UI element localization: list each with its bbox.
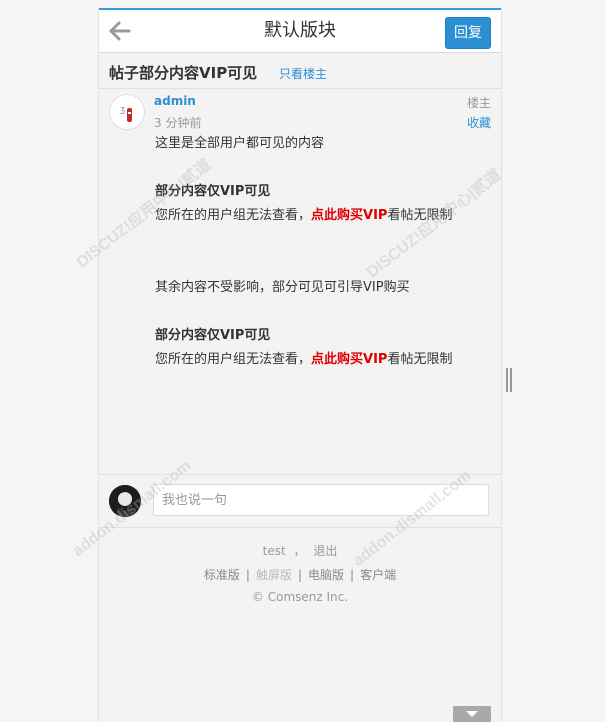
svg-text:ʒ: ʒ: [120, 105, 125, 115]
footer-user: test ， 退出: [99, 542, 501, 559]
copyright: © Comsenz Inc.: [251, 590, 349, 604]
vip-notice-prefix: 您所在的用户组无法查看，: [155, 208, 312, 223]
page-title: 默认版块: [264, 20, 336, 41]
author-avatar[interactable]: ʒ: [109, 94, 145, 130]
reply-button[interactable]: 回复: [445, 17, 491, 49]
footer-separator: |: [245, 568, 250, 582]
footer-link-client[interactable]: 客户端: [360, 568, 396, 582]
favorite-link[interactable]: 收藏: [467, 114, 491, 131]
vip-notice-prefix: 您所在的用户组无法查看，: [155, 352, 312, 367]
vip-notice: 您所在的用户组无法查看，点此购买VIP看帖无限制: [155, 204, 491, 228]
buy-vip-link[interactable]: 点此购买VIP: [311, 208, 387, 223]
drag-handle-icon[interactable]: [506, 368, 512, 392]
footer-links: 标准版 | 触屏版 | 电脑版 | 客户端: [99, 566, 501, 583]
user-avatar[interactable]: [109, 485, 141, 517]
logout-link[interactable]: 退出: [313, 544, 337, 558]
footer-link-standard[interactable]: 标准版: [204, 568, 240, 582]
header-bar: 默认版块 回复: [99, 10, 501, 53]
post-content: 这里是全部用户都可见的内容 部分内容仅VIP可见 您所在的用户组无法查看，点此购…: [155, 132, 491, 372]
thread-title: 帖子部分内容VIP可见: [109, 64, 258, 82]
vip-notice-suffix: 看帖无限制: [387, 352, 453, 367]
vip-heading: 部分内容仅VIP可见: [155, 328, 271, 343]
back-arrow-icon[interactable]: [107, 18, 133, 44]
scroll-down-icon[interactable]: [453, 706, 491, 722]
footer-separator: ，: [293, 544, 306, 558]
footer-separator: |: [297, 568, 303, 582]
mobile-page: 默认版块 回复 帖子部分内容VIP可见 只看楼主 ʒ admin 3 分钟前 楼…: [98, 8, 502, 722]
floor-label: 楼主: [466, 96, 491, 110]
rest-content: 其余内容不受影响，部分可见可引导VIP购买: [155, 280, 410, 295]
author-name[interactable]: admin: [154, 94, 196, 108]
buy-vip-link[interactable]: 点此购买VIP: [311, 352, 387, 367]
vip-notice-suffix: 看帖无限制: [387, 208, 453, 223]
only-op-link[interactable]: 只看楼主: [279, 65, 327, 82]
footer-link-touch: 触屏版: [255, 568, 292, 582]
reply-bar: [99, 474, 501, 528]
public-content: 这里是全部用户都可见的内容: [155, 136, 325, 151]
footer-link-pc[interactable]: 电脑版: [308, 568, 344, 582]
post-time: 3 分钟前: [154, 116, 202, 130]
footer-username[interactable]: test: [263, 544, 286, 558]
reply-input[interactable]: [153, 484, 489, 516]
footer-separator: |: [350, 568, 355, 582]
vip-notice: 您所在的用户组无法查看，点此购买VIP看帖无限制: [155, 348, 491, 372]
divider: [99, 88, 501, 89]
vip-heading: 部分内容仅VIP可见: [155, 184, 271, 199]
